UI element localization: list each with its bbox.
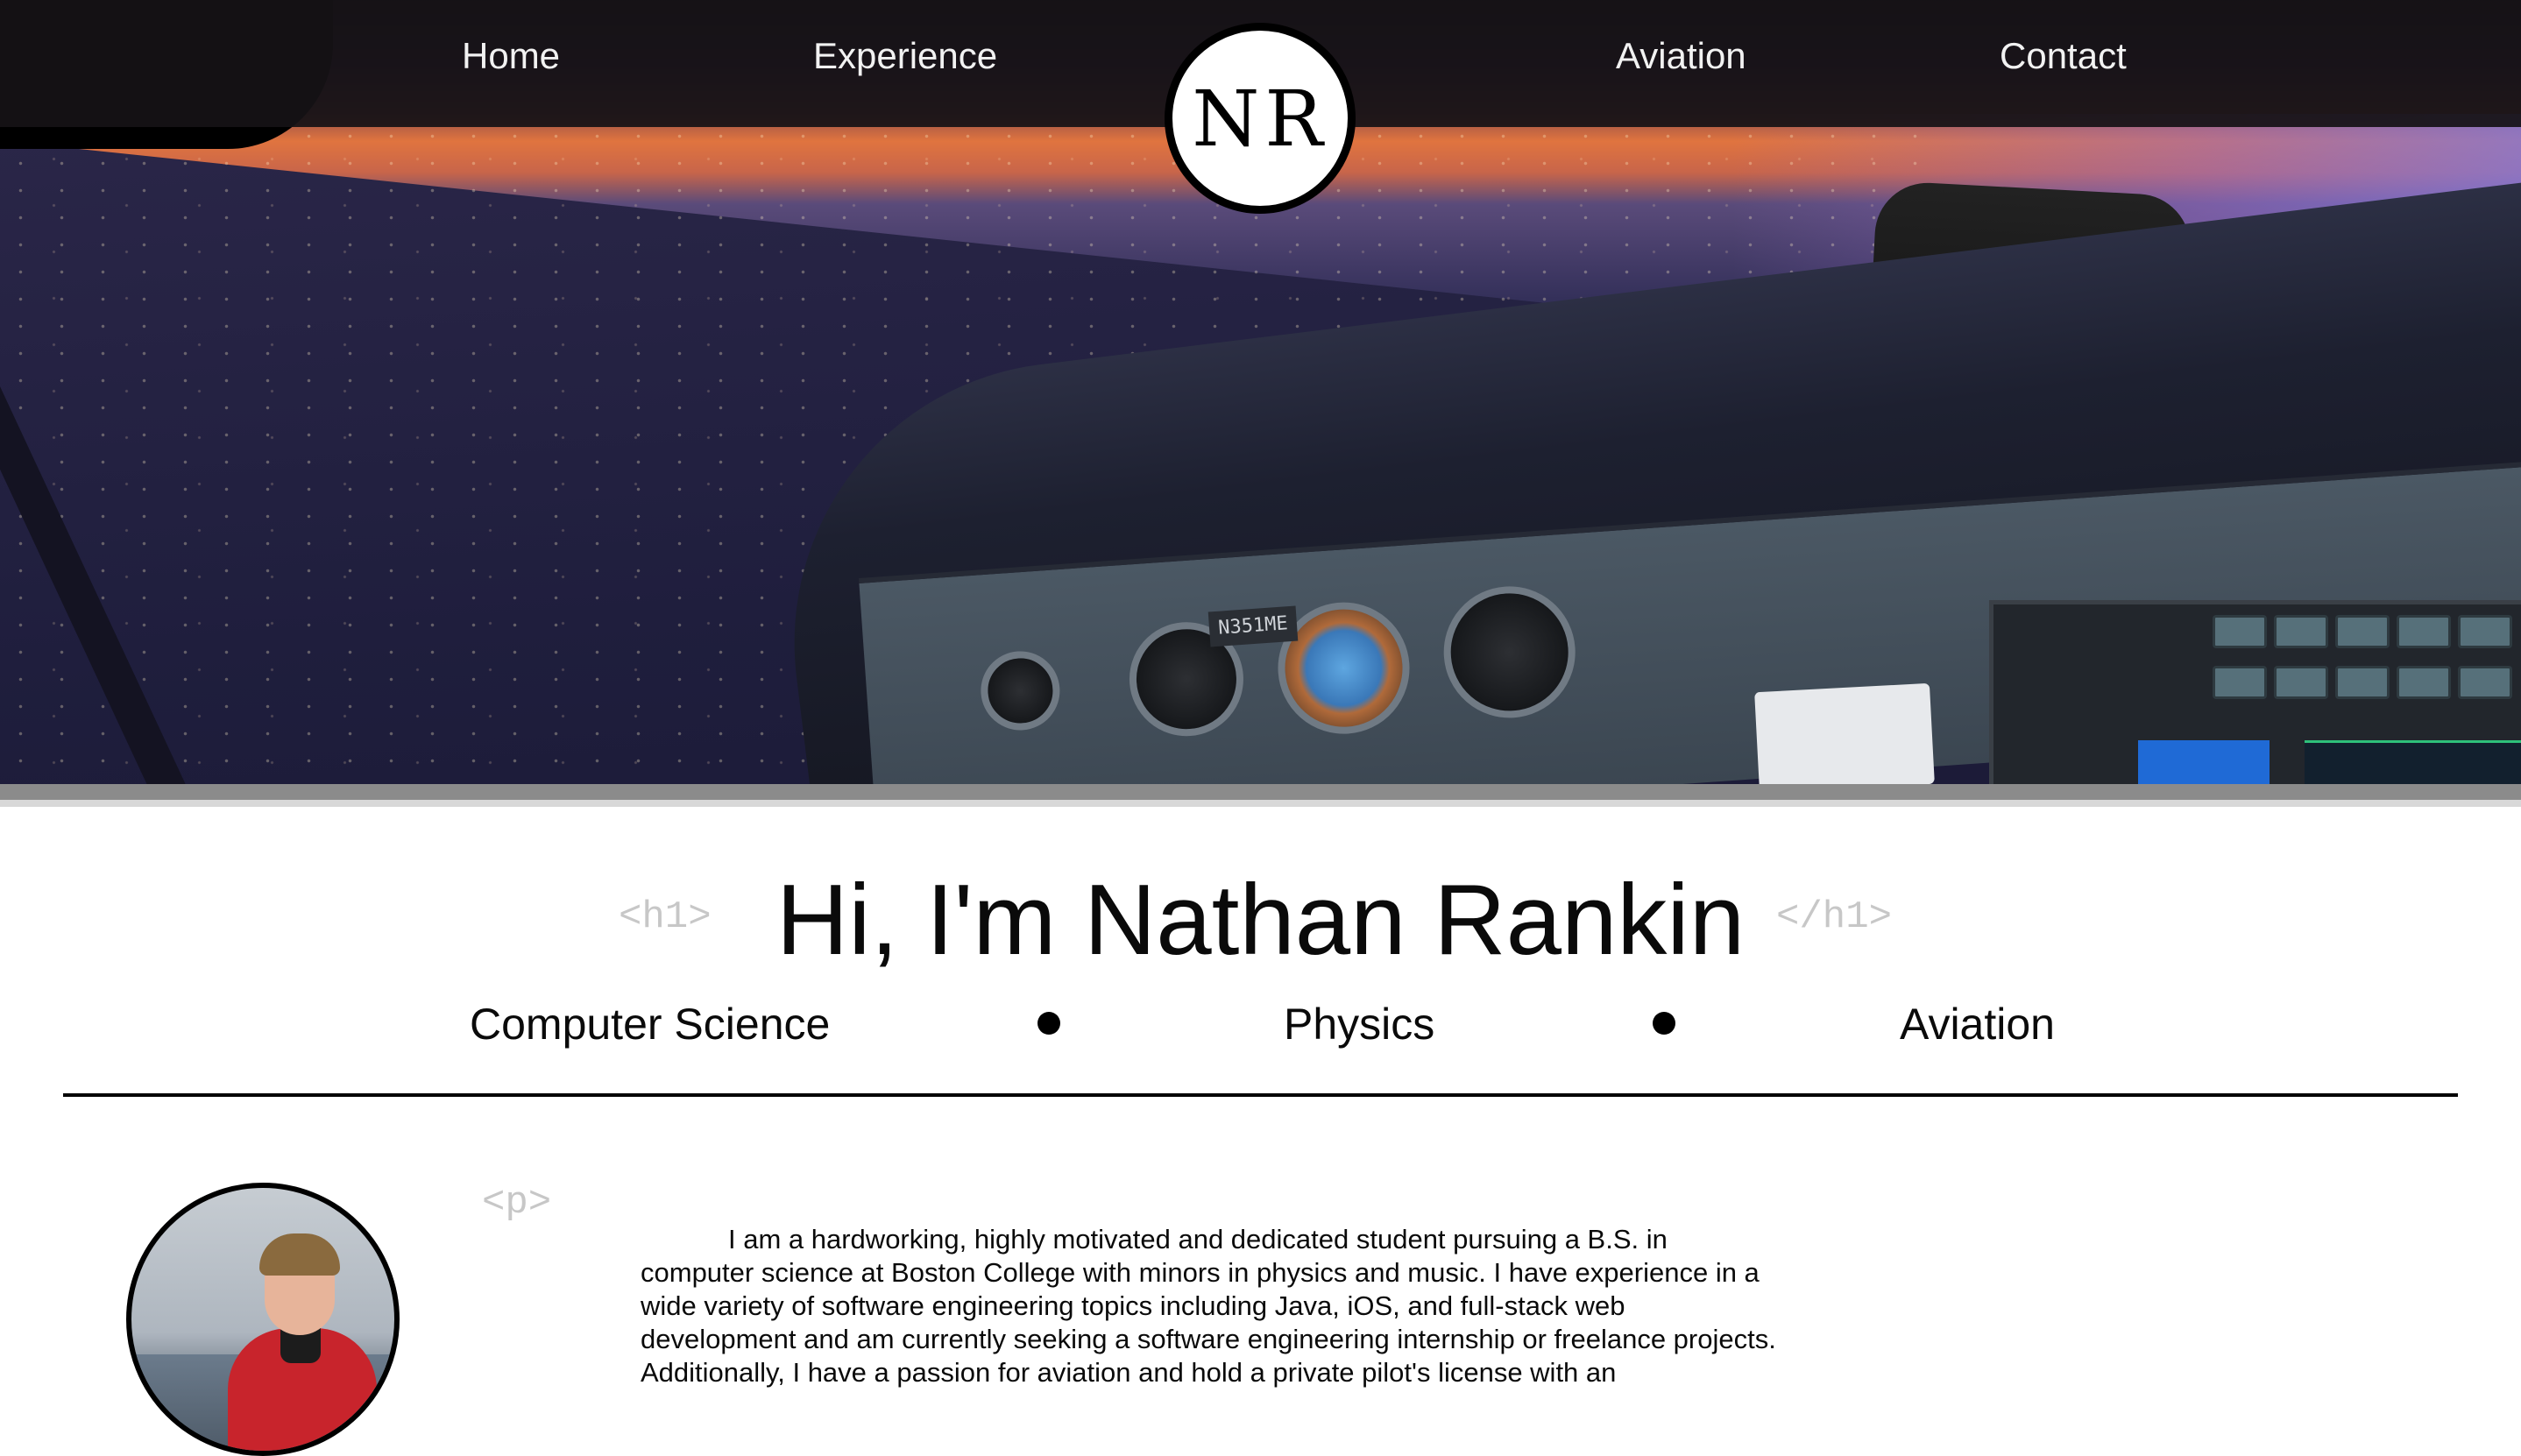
topic-computer-science: Computer Science (470, 1000, 831, 1049)
nav-link-aviation[interactable]: Aviation (1616, 33, 1746, 79)
bio-paragraph: I am a hardworking, highly motivated and… (641, 1224, 1776, 1388)
tail-number-placard: N351ME (1207, 605, 1299, 647)
avionics-button (2397, 666, 2451, 699)
nav-link-home[interactable]: Home (462, 33, 560, 79)
altimeter-gauge-icon (1439, 582, 1580, 723)
nav-link-experience[interactable]: Experience (813, 33, 997, 79)
hero-bottom-border (0, 784, 2521, 800)
topic-physics: Physics (1284, 1000, 1435, 1049)
avionics-button (2397, 615, 2451, 648)
topic-aviation: Aviation (1900, 1000, 2055, 1049)
p-open-tag-decoration: <p> (482, 1181, 552, 1225)
nav-link-contact[interactable]: Contact (2000, 33, 2127, 79)
page-title: Hi, I'm Nathan Rankin (775, 865, 1746, 976)
hero-bottom-highlight (0, 800, 2521, 807)
avionics-button (2274, 615, 2328, 648)
profile-photo (126, 1183, 400, 1456)
avionics-display (2138, 740, 2270, 784)
avionics-button (2458, 615, 2512, 648)
avionics-button (2335, 666, 2390, 699)
bullet-separator-icon (1037, 1012, 1060, 1035)
avionics-button (2458, 666, 2512, 699)
clock-gauge-icon (978, 648, 1063, 733)
avionics-button (2335, 615, 2390, 648)
avionics-button (2213, 666, 2267, 699)
bullet-separator-icon (1653, 1012, 1675, 1035)
logo-monogram: NR (1192, 73, 1328, 164)
avionics-button (2213, 615, 2267, 648)
site-logo[interactable]: NR (1165, 23, 1356, 214)
hero-avionics-stack (1989, 600, 2521, 784)
avionics-display (2305, 740, 2521, 784)
avionics-button (2274, 666, 2328, 699)
hero-warning-placard (1754, 682, 1935, 784)
h1-close-tag-decoration: </h1> (1776, 895, 1893, 939)
section-divider (63, 1093, 2458, 1097)
